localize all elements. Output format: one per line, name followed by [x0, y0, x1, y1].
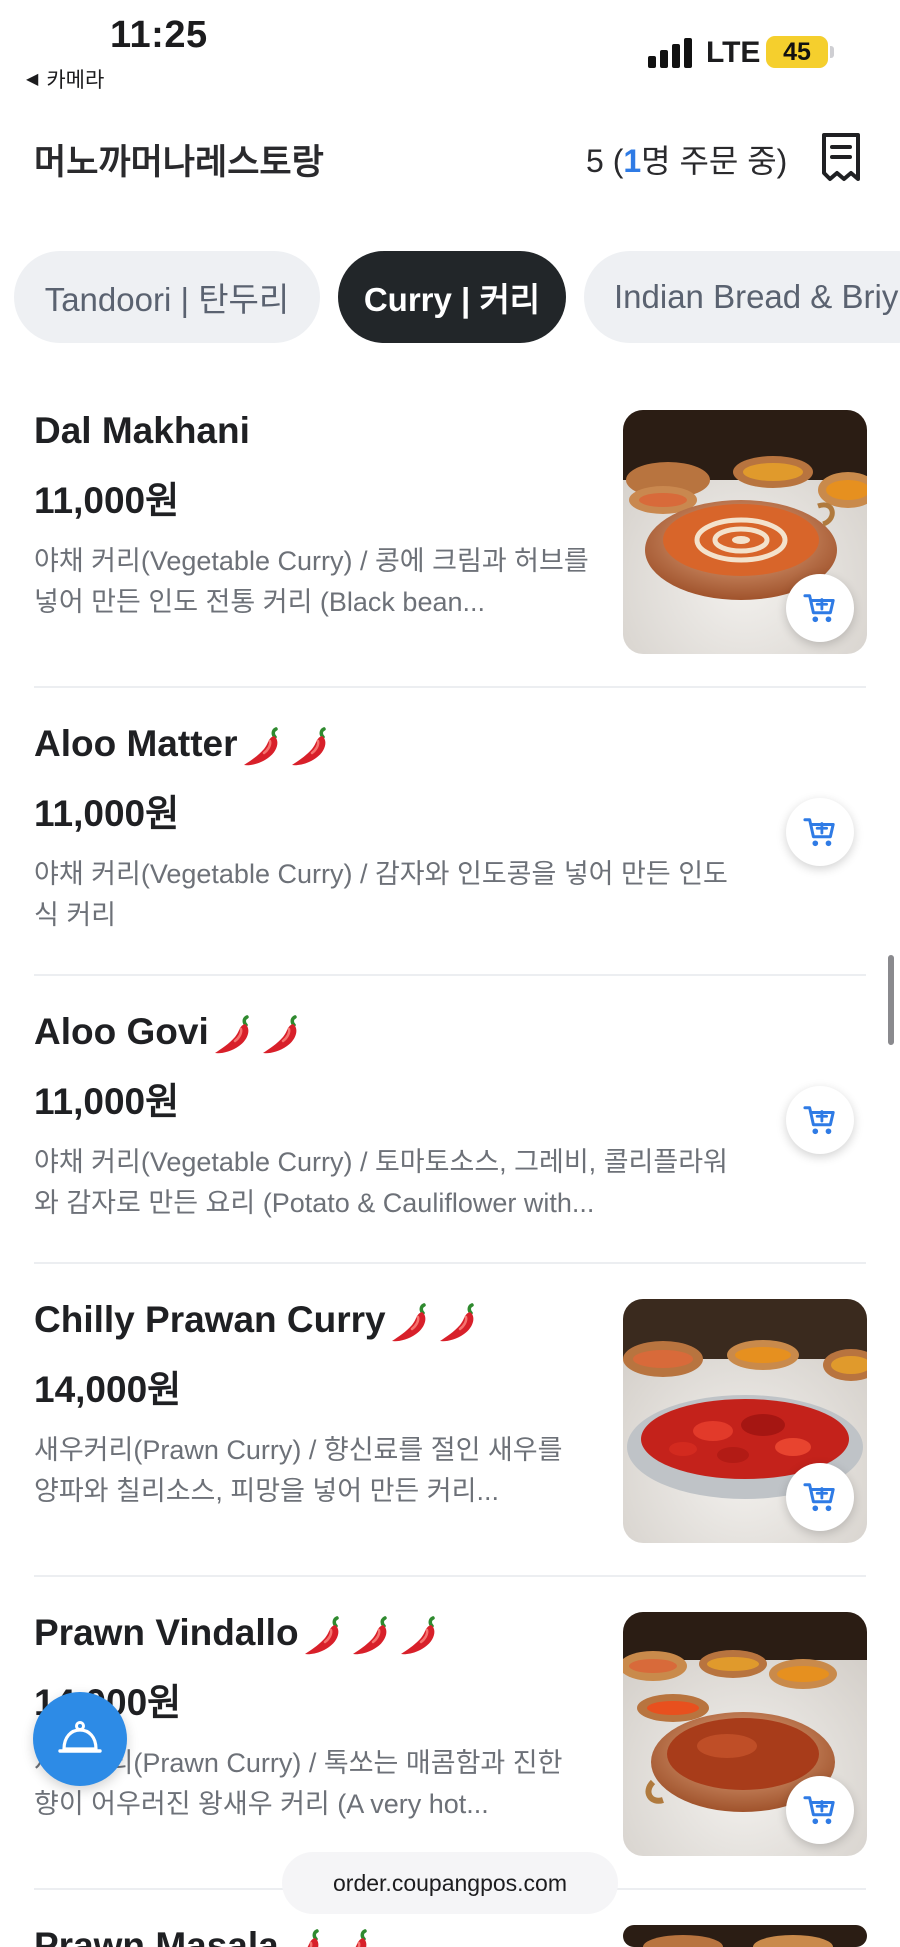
receipt-icon[interactable] [820, 132, 862, 182]
item-name: Prawn Masala [34, 1925, 279, 1947]
divider [34, 1575, 866, 1577]
battery-level: 45 [766, 36, 828, 68]
item-price: 11,000원 [34, 793, 180, 834]
chili-pepper-icon [211, 1011, 257, 1057]
item-price: 11,000원 [34, 1081, 180, 1122]
item-description: 새우커리(Prawn Curry) / 향신료를 절인 새우를 양파와 칠리소스… [34, 1435, 563, 1506]
chili-pepper-icon [240, 723, 286, 769]
chili-pepper-icon [301, 1612, 347, 1658]
item-name: Aloo Govi [34, 1011, 209, 1052]
item-name: Aloo Matter [34, 723, 238, 764]
chili-pepper-icon [281, 1925, 327, 1947]
add-to-cart-button[interactable] [786, 574, 854, 642]
cart-plus-icon [803, 1481, 837, 1513]
item-price: 11,000원 [34, 480, 180, 521]
order-count-suffix: 명 주문 중) [641, 143, 788, 179]
tab-tandoori[interactable]: Tandoori | 탄두리 [14, 251, 320, 343]
cart-plus-icon [803, 592, 837, 624]
add-to-cart-button[interactable] [786, 1086, 854, 1154]
chili-pepper-icon [329, 1925, 375, 1947]
item-name: Chilly Prawan Curry [34, 1299, 386, 1340]
back-arrow-icon: ◀ [26, 71, 39, 88]
item-description: 야채 커리(Vegetable Curry) / 감자와 인도콩을 넣어 만든 … [34, 859, 728, 930]
divider [34, 1262, 866, 1264]
item-name: Prawn Vindallo [34, 1612, 299, 1653]
add-to-cart-button[interactable] [786, 798, 854, 866]
prawn-masala-photo[interactable] [623, 1925, 867, 1947]
add-to-cart-button[interactable] [786, 1463, 854, 1531]
divider [34, 686, 866, 688]
chili-pepper-icon [388, 1299, 434, 1345]
item-description: 야채 커리(Vegetable Curry) / 콩에 크림과 허브를 넣어 만… [34, 546, 589, 617]
cloche-icon [58, 1721, 102, 1753]
cart-plus-icon [803, 1104, 837, 1136]
battery-tip [830, 46, 834, 58]
cart-plus-icon [803, 816, 837, 848]
add-to-cart-button[interactable] [786, 1776, 854, 1844]
item-description: 야채 커리(Vegetable Curry) / 토마토소스, 그레비, 콜리플… [34, 1147, 728, 1218]
item-price: 14,000원 [34, 1369, 182, 1410]
chili-pepper-icon [397, 1612, 443, 1658]
status-time: 11:25 [110, 14, 208, 56]
shop-name: 머노까머나레스토랑 [34, 143, 324, 182]
call-staff-button[interactable] [33, 1692, 127, 1786]
order-count-prefix: 5 ( [586, 143, 624, 179]
back-to-camera-link[interactable]: ◀ 카메라 [26, 64, 104, 94]
item-name-row: Prawn Vindallo [34, 1612, 443, 1658]
divider [34, 974, 866, 976]
item-name-row: Aloo Matter [34, 723, 334, 769]
item-name: Dal Makhani [34, 410, 250, 451]
order-status: 5 (1명 주문 중) [586, 136, 787, 182]
chili-pepper-icon [288, 723, 334, 769]
browser-url-bar[interactable]: order.coupangpos.com [282, 1852, 618, 1914]
chili-pepper-icon [259, 1011, 305, 1057]
back-label: 카메라 [46, 69, 105, 92]
item-name-row: Prawn Masala [34, 1925, 375, 1947]
item-name-row: Aloo Govi [34, 1011, 305, 1057]
cart-plus-icon [803, 1794, 837, 1826]
tab-indian-bread[interactable]: Indian Bread & Briy [584, 251, 900, 343]
chili-pepper-icon [349, 1612, 395, 1658]
item-name-row: Chilly Prawan Curry [34, 1299, 482, 1345]
order-count-active: 1 [623, 143, 642, 179]
chili-pepper-icon [436, 1299, 482, 1345]
network-type: LTE [706, 36, 761, 69]
category-tabs: Tandoori | 탄두리 Curry | 커리 Indian Bread &… [14, 251, 900, 343]
tab-curry[interactable]: Curry | 커리 [338, 251, 566, 343]
scrollbar[interactable] [888, 955, 894, 1045]
signal-strength-icon [648, 36, 696, 68]
